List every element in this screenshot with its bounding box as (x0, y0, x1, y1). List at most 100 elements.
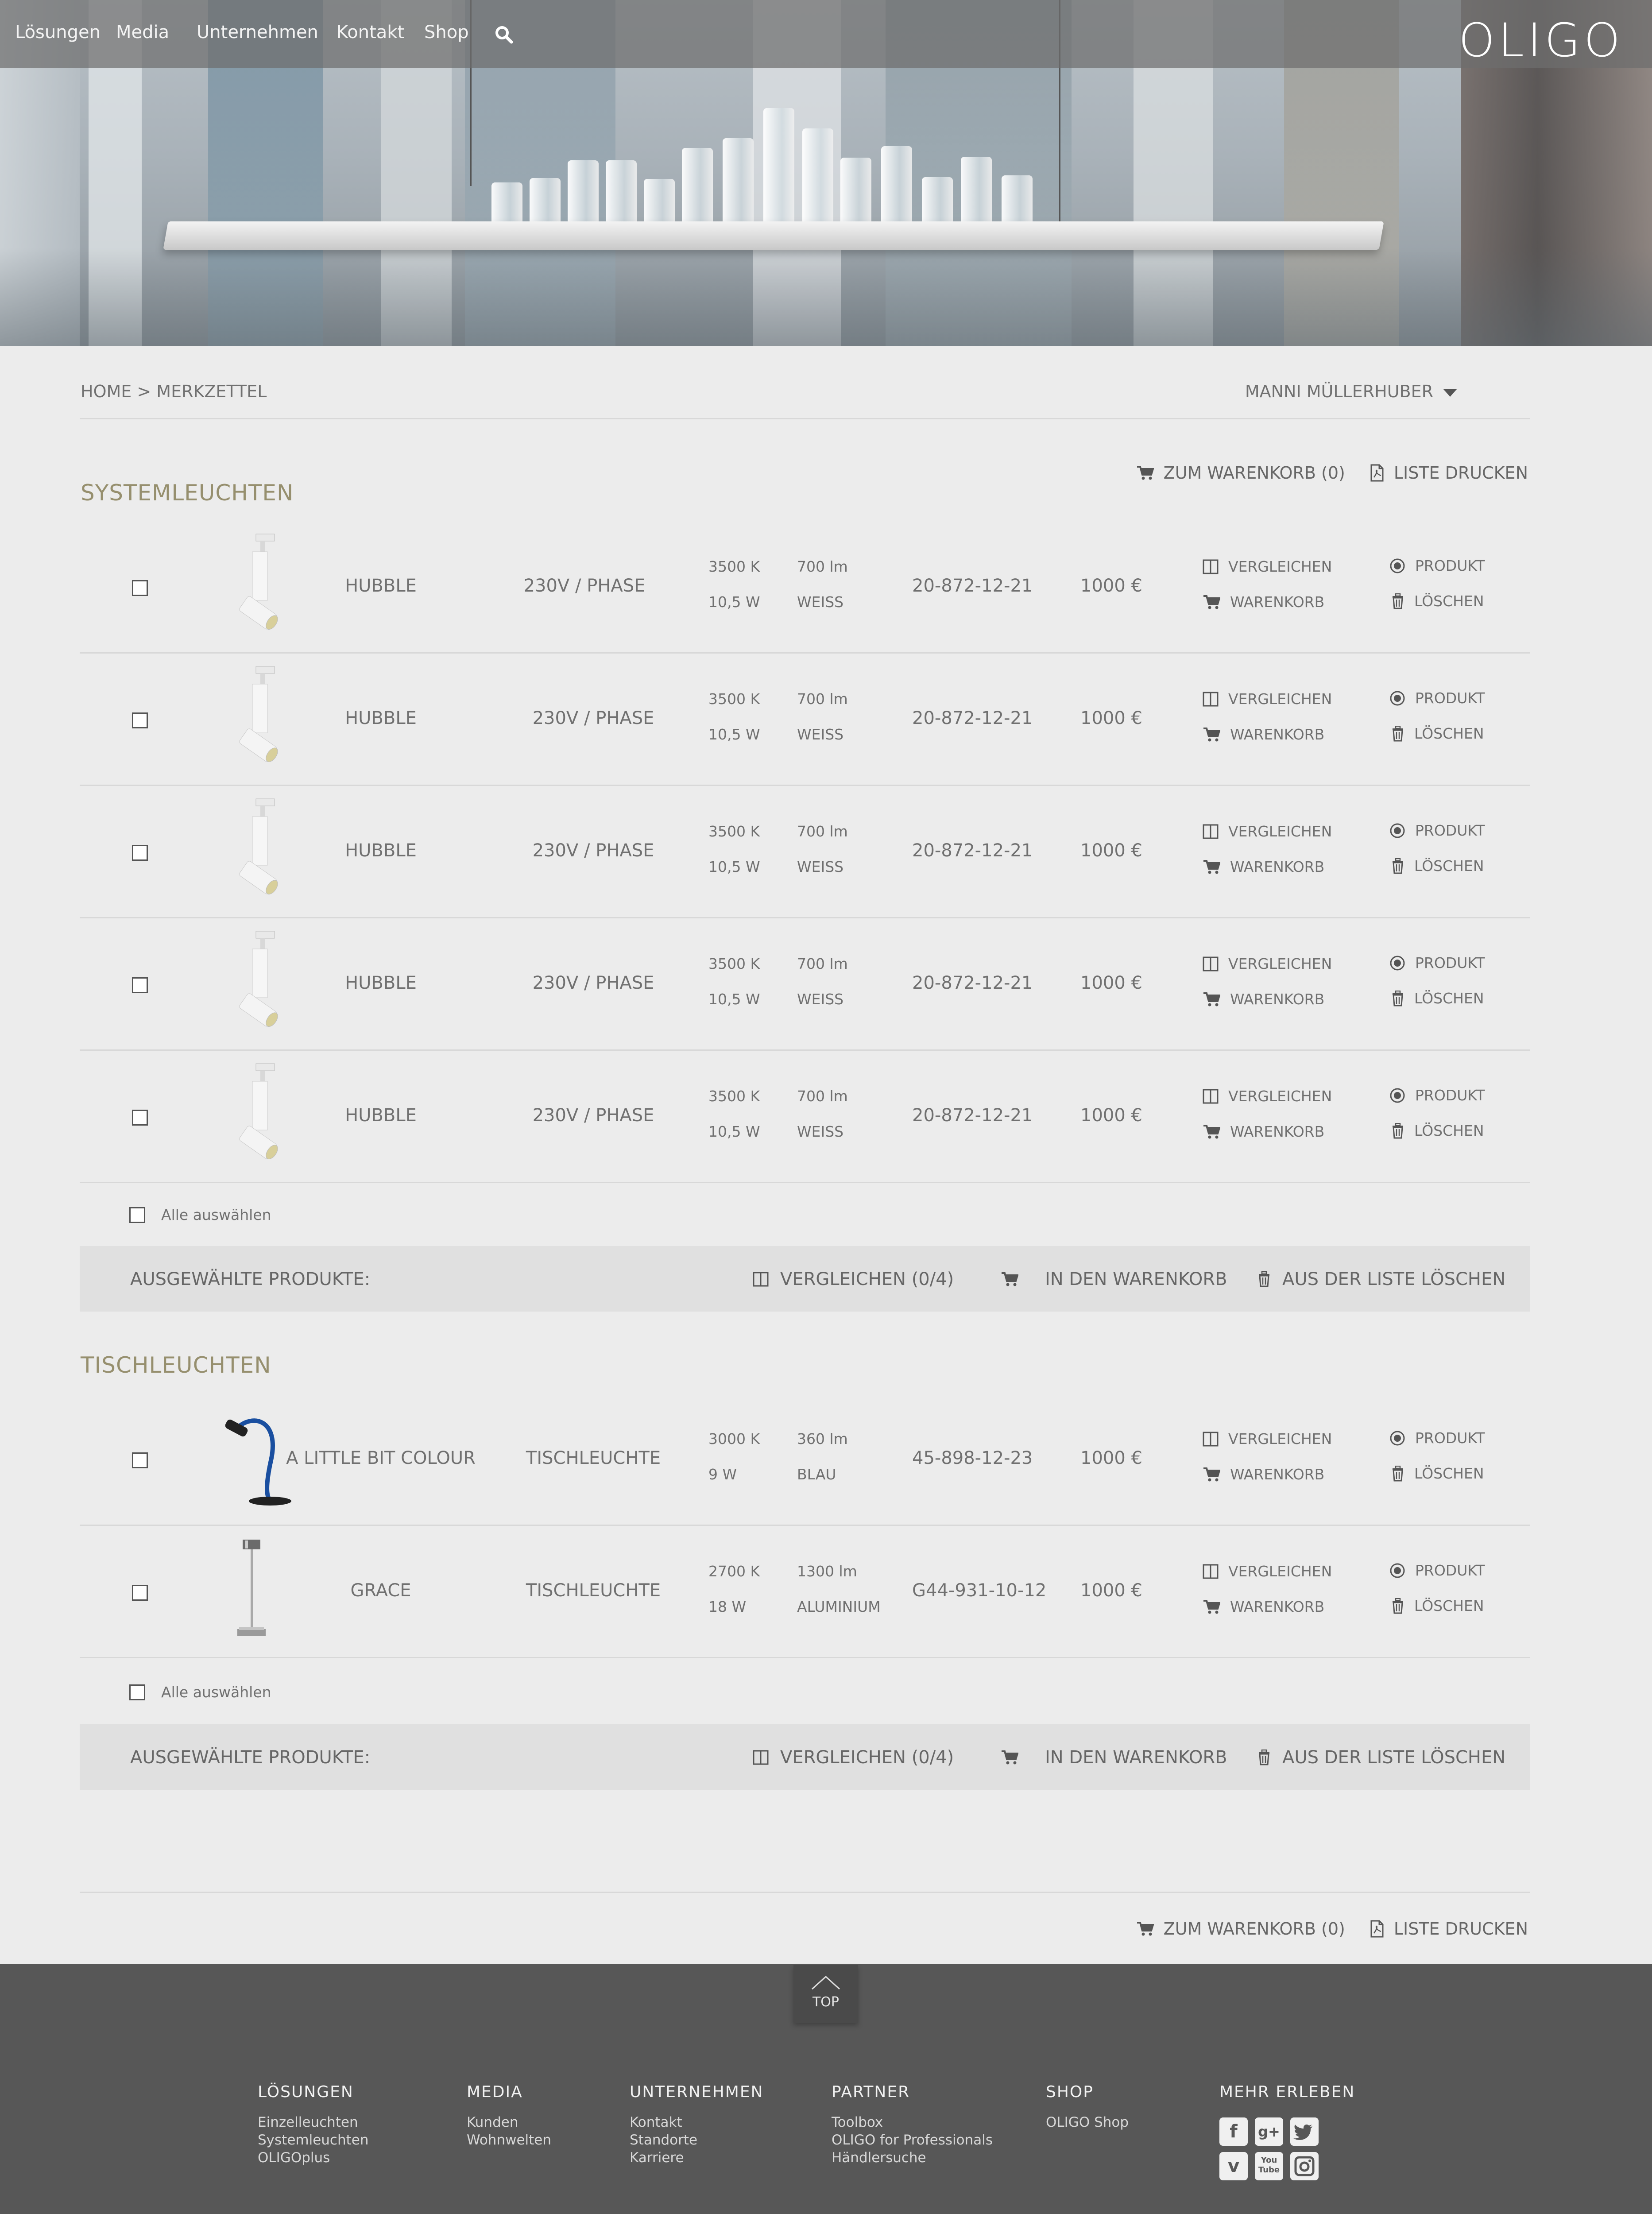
add-to-cart-link[interactable]: WARENKORB (1203, 858, 1324, 875)
delete-link[interactable]: LÖSCHEN (1391, 1597, 1484, 1614)
select-all[interactable]: Alle auswählen (129, 1206, 271, 1223)
twitter-icon[interactable] (1290, 2117, 1319, 2146)
delete-link[interactable]: LÖSCHEN (1391, 1465, 1484, 1482)
product-name[interactable]: HUBBLE (270, 1105, 491, 1126)
compare-label: VERGLEICHEN (1228, 955, 1332, 972)
product-name[interactable]: A LITTLE BIT COLOUR (270, 1448, 491, 1468)
delete-link[interactable]: LÖSCHEN (1391, 1122, 1484, 1139)
product-type: 230V / PHASE (532, 708, 654, 728)
footer-link[interactable]: Kunden (467, 2113, 551, 2131)
google-plus-icon[interactable]: g+ (1255, 2117, 1283, 2146)
facebook-icon[interactable]: f (1219, 2117, 1248, 2146)
product-link[interactable]: PRODUKT (1389, 557, 1485, 574)
footer-link[interactable]: Händlersuche (832, 2149, 993, 2167)
compare-link[interactable]: VERGLEICHEN (1203, 690, 1332, 708)
delete-link[interactable]: LÖSCHEN (1391, 725, 1484, 742)
select-all-label: Alle auswählen (161, 1206, 271, 1223)
footer-link[interactable]: Einzelleuchten (258, 2113, 369, 2131)
bulk-delete-button[interactable]: AUS DER LISTE LÖSCHEN (1257, 1269, 1505, 1289)
product-name[interactable]: HUBBLE (270, 576, 491, 596)
color-temperature: 3500 K (708, 955, 760, 972)
compare-link[interactable]: VERGLEICHEN (1203, 955, 1332, 972)
add-to-cart-link[interactable]: WARENKORB (1203, 1598, 1324, 1615)
compare-link[interactable]: VERGLEICHEN (1203, 1430, 1332, 1448)
product-link[interactable]: PRODUKT (1389, 1087, 1485, 1104)
delete-link[interactable]: LÖSCHEN (1391, 592, 1484, 610)
compare-link[interactable]: VERGLEICHEN (1203, 1563, 1332, 1580)
row-checkbox[interactable] (132, 580, 148, 596)
vimeo-icon[interactable]: v (1219, 2152, 1248, 2180)
delete-link[interactable]: LÖSCHEN (1391, 857, 1484, 875)
product-name[interactable]: HUBBLE (270, 840, 491, 861)
cart-icon (1137, 466, 1154, 480)
product-link[interactable]: PRODUKT (1389, 1429, 1485, 1447)
instagram-icon[interactable] (1290, 2152, 1319, 2180)
print-list-button[interactable]: LISTE DRUCKEN (1370, 1919, 1528, 1939)
footer-link[interactable]: OLIGO Shop (1046, 2113, 1129, 2131)
product-link[interactable]: PRODUKT (1389, 689, 1485, 707)
product-link[interactable]: PRODUKT (1389, 954, 1485, 972)
select-all-checkbox[interactable] (129, 1207, 145, 1223)
bulk-cart-button[interactable]: IN DEN WARENKORB (1001, 1747, 1227, 1768)
bulk-compare-button[interactable]: VERGLEICHEN (0/4) (753, 1269, 954, 1289)
product-name[interactable]: HUBBLE (270, 973, 491, 993)
list-toolbar-bottom: ZUM WARENKORB (0) LISTE DRUCKEN (1136, 1919, 1528, 1939)
cart-icon (1203, 991, 1220, 1007)
row-checkbox[interactable] (132, 977, 148, 993)
compare-link[interactable]: VERGLEICHEN (1203, 823, 1332, 840)
nav-unternehmen[interactable]: Unternehmen (197, 22, 318, 43)
to-cart-button[interactable]: ZUM WARENKORB (0) (1136, 463, 1345, 483)
product-link[interactable]: PRODUKT (1389, 822, 1485, 839)
row-checkbox[interactable] (132, 712, 148, 728)
product-name[interactable]: HUBBLE (270, 708, 491, 728)
trash-icon (1391, 1598, 1404, 1614)
nav-shop[interactable]: Shop (424, 22, 469, 43)
user-menu[interactable]: MANNI MÜLLERHUBER (1245, 382, 1457, 401)
color-temperature: 3000 K (708, 1430, 760, 1448)
add-to-cart-link[interactable]: WARENKORB (1203, 593, 1324, 611)
trash-icon (1391, 725, 1404, 742)
product-link[interactable]: PRODUKT (1389, 1562, 1485, 1579)
product-color: ALUMINIUM (797, 1598, 881, 1615)
bulk-compare-label: VERGLEICHEN (0/4) (780, 1747, 954, 1768)
add-to-cart-link[interactable]: WARENKORB (1203, 726, 1324, 743)
add-to-cart-link[interactable]: WARENKORB (1203, 991, 1324, 1008)
back-to-top-button[interactable]: TOP (793, 1965, 858, 2023)
footer-link[interactable]: Wohnwelten (467, 2131, 551, 2149)
select-all-checkbox[interactable] (129, 1684, 145, 1700)
select-all[interactable]: Alle auswählen (129, 1684, 271, 1701)
bulk-compare-label: VERGLEICHEN (0/4) (780, 1269, 954, 1289)
row-checkbox[interactable] (132, 1585, 148, 1601)
nav-kontakt[interactable]: Kontakt (337, 22, 404, 43)
color-temperature: 3500 K (708, 1088, 760, 1105)
footer-link[interactable]: Toolbox (832, 2113, 993, 2131)
footer-link[interactable]: Standorte (630, 2131, 764, 2149)
to-cart-button[interactable]: ZUM WARENKORB (0) (1136, 1919, 1345, 1939)
oligo-logo[interactable]: OLIGO (1459, 13, 1624, 67)
print-list-button[interactable]: LISTE DRUCKEN (1370, 463, 1528, 483)
bulk-compare-button[interactable]: VERGLEICHEN (0/4) (753, 1747, 954, 1768)
breadcrumb[interactable]: HOME > MERKZETTEL (81, 382, 267, 401)
bulk-delete-button[interactable]: AUS DER LISTE LÖSCHEN (1257, 1747, 1505, 1768)
product-name[interactable]: GRACE (270, 1580, 491, 1601)
search-icon[interactable] (494, 25, 514, 44)
bulk-cart-button[interactable]: IN DEN WARENKORB (1001, 1269, 1227, 1289)
add-to-cart-link[interactable]: WARENKORB (1203, 1466, 1324, 1483)
footer-link[interactable]: OLIGOplus (258, 2149, 369, 2167)
cart-label: WARENKORB (1230, 1598, 1325, 1615)
footer-link[interactable]: Karriere (630, 2149, 764, 2167)
row-checkbox[interactable] (132, 1110, 148, 1126)
footer-link[interactable]: Systemleuchten (258, 2131, 369, 2149)
delete-link[interactable]: LÖSCHEN (1391, 990, 1484, 1007)
compare-link[interactable]: VERGLEICHEN (1203, 1088, 1332, 1105)
nav-media[interactable]: Media (116, 22, 169, 43)
add-to-cart-link[interactable]: WARENKORB (1203, 1123, 1324, 1140)
footer-link[interactable]: Kontakt (630, 2113, 764, 2131)
compare-link[interactable]: VERGLEICHEN (1203, 558, 1332, 575)
footer-link[interactable]: OLIGO for Professionals (832, 2131, 993, 2149)
youtube-icon[interactable]: You Tube (1255, 2152, 1283, 2180)
row-checkbox[interactable] (132, 845, 148, 861)
footer-col-partner: PARTNER Toolbox OLIGO for Professionals … (832, 2083, 993, 2167)
row-checkbox[interactable] (132, 1452, 148, 1468)
nav-loesungen[interactable]: Lösungen (15, 22, 101, 43)
